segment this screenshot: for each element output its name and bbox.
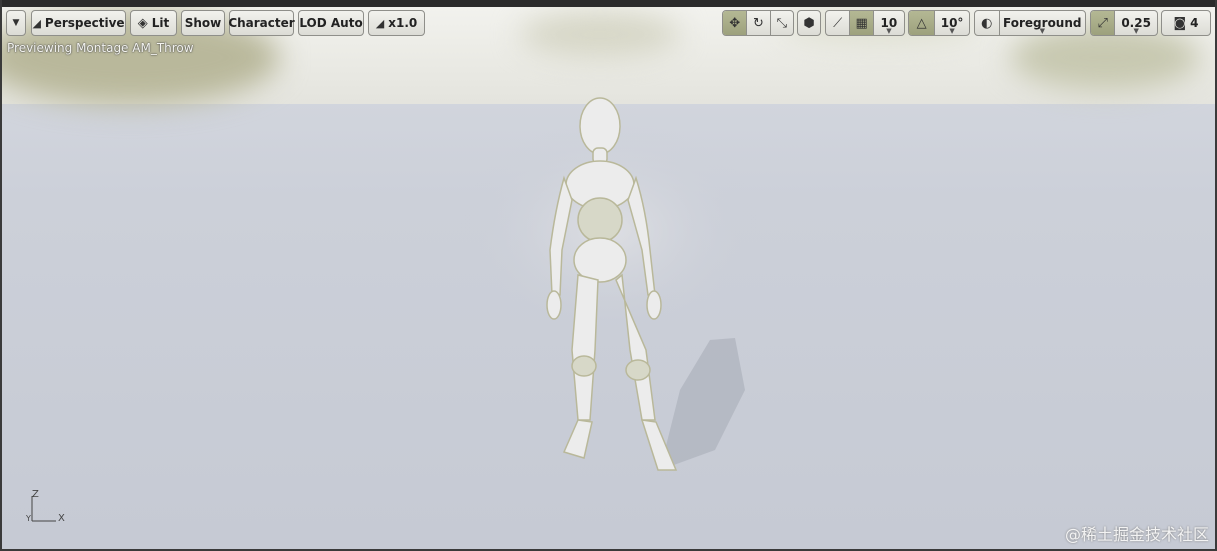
mannequin-character[interactable] bbox=[460, 90, 760, 490]
perspective-label: Perspective bbox=[44, 16, 125, 30]
speed-label: x1.0 bbox=[388, 16, 418, 30]
scale-icon: ⤡ bbox=[776, 15, 788, 31]
show-button[interactable]: Show bbox=[181, 10, 225, 36]
rotation-snap-toggle[interactable]: △ bbox=[909, 11, 935, 35]
axis-x-label: X bbox=[58, 513, 65, 524]
rotate-icon: ↻ bbox=[753, 15, 764, 31]
lit-label: Lit bbox=[151, 16, 170, 30]
lod-button[interactable]: LOD Auto bbox=[298, 10, 364, 36]
speed-icon: ◢ bbox=[375, 16, 385, 30]
layer-group: ◐ Foreground ▼ bbox=[974, 10, 1086, 36]
camera-speed-label: 4 bbox=[1190, 16, 1199, 30]
axis-z-label: Z bbox=[32, 489, 39, 500]
chevron-down-icon: ▼ bbox=[1133, 27, 1139, 35]
viewport-caption: Previewing Montage AM_Throw bbox=[7, 41, 194, 55]
perspective-icon: ◢ bbox=[32, 16, 41, 30]
translate-icon: ✥ bbox=[729, 15, 741, 31]
scale-snap-value[interactable]: 0.25 ▼ bbox=[1114, 11, 1157, 35]
chevron-down-icon: ▼ bbox=[886, 27, 892, 35]
world-icon: ⬢ bbox=[803, 15, 815, 31]
axis-gizmo: Z Y X bbox=[26, 488, 76, 533]
transform-mode-group: ✥ ↻ ⤡ bbox=[722, 10, 794, 36]
grid-icon: ▦ bbox=[855, 15, 868, 31]
character-label: Character bbox=[228, 16, 295, 30]
chevron-down-icon: ▼ bbox=[949, 27, 955, 35]
angle-icon: △ bbox=[916, 15, 927, 31]
grid-snap-value[interactable]: 10 ▼ bbox=[872, 11, 904, 35]
watermark: @稀土掘金技术社区 bbox=[1064, 525, 1209, 544]
foliage-center bbox=[520, 12, 680, 57]
surface-snap-icon: ⟋ bbox=[833, 15, 843, 31]
lod-label: LOD Auto bbox=[299, 16, 363, 30]
layer-icon: ◐ bbox=[981, 15, 993, 31]
editor-viewport[interactable]: Previewing Montage AM_Throw Z Y X @稀土掘金技… bbox=[0, 0, 1217, 551]
character-button[interactable]: Character bbox=[228, 10, 295, 36]
axis-y-label: Y bbox=[26, 514, 31, 523]
translate-button[interactable]: ✥ bbox=[723, 11, 747, 35]
surface-snap-button[interactable]: ⟋ bbox=[826, 11, 849, 35]
layer-dropdown[interactable]: Foreground ▼ bbox=[998, 11, 1085, 35]
show-label: Show bbox=[184, 16, 222, 30]
rotate-button[interactable]: ↻ bbox=[746, 11, 769, 35]
scale-snap-toggle[interactable]: ⤢ bbox=[1091, 11, 1115, 35]
world-local-button[interactable]: ⬢ bbox=[797, 10, 821, 36]
rotation-snap-value[interactable]: 10° ▼ bbox=[934, 11, 969, 35]
playback-speed-button[interactable]: ◢ x1.0 bbox=[368, 10, 425, 36]
dropdown-icon: ▼ bbox=[12, 17, 20, 28]
viewport-top-edge bbox=[0, 0, 1217, 7]
scale-button[interactable]: ⤡ bbox=[769, 11, 793, 35]
camera-icon: ◙ bbox=[1173, 15, 1187, 31]
camera-speed-button[interactable]: ◙ 4 bbox=[1161, 10, 1211, 36]
viewport-options-button[interactable]: ▼ bbox=[6, 10, 26, 36]
chevron-down-icon: ▼ bbox=[1039, 27, 1045, 35]
scale-snap-group: ⤢ 0.25 ▼ bbox=[1090, 10, 1158, 36]
perspective-button[interactable]: ◢ Perspective bbox=[31, 10, 126, 36]
rotation-snap-group: △ 10° ▼ bbox=[908, 10, 970, 36]
grid-snap-toggle[interactable]: ▦ bbox=[849, 11, 873, 35]
lit-icon: ◈ bbox=[137, 15, 148, 31]
lit-button[interactable]: ◈ Lit bbox=[130, 10, 177, 36]
layer-toggle[interactable]: ◐ bbox=[975, 11, 999, 35]
grid-snap-group: ⟋ ▦ 10 ▼ bbox=[825, 10, 905, 36]
scale-snap-icon: ⤢ bbox=[1097, 15, 1108, 31]
